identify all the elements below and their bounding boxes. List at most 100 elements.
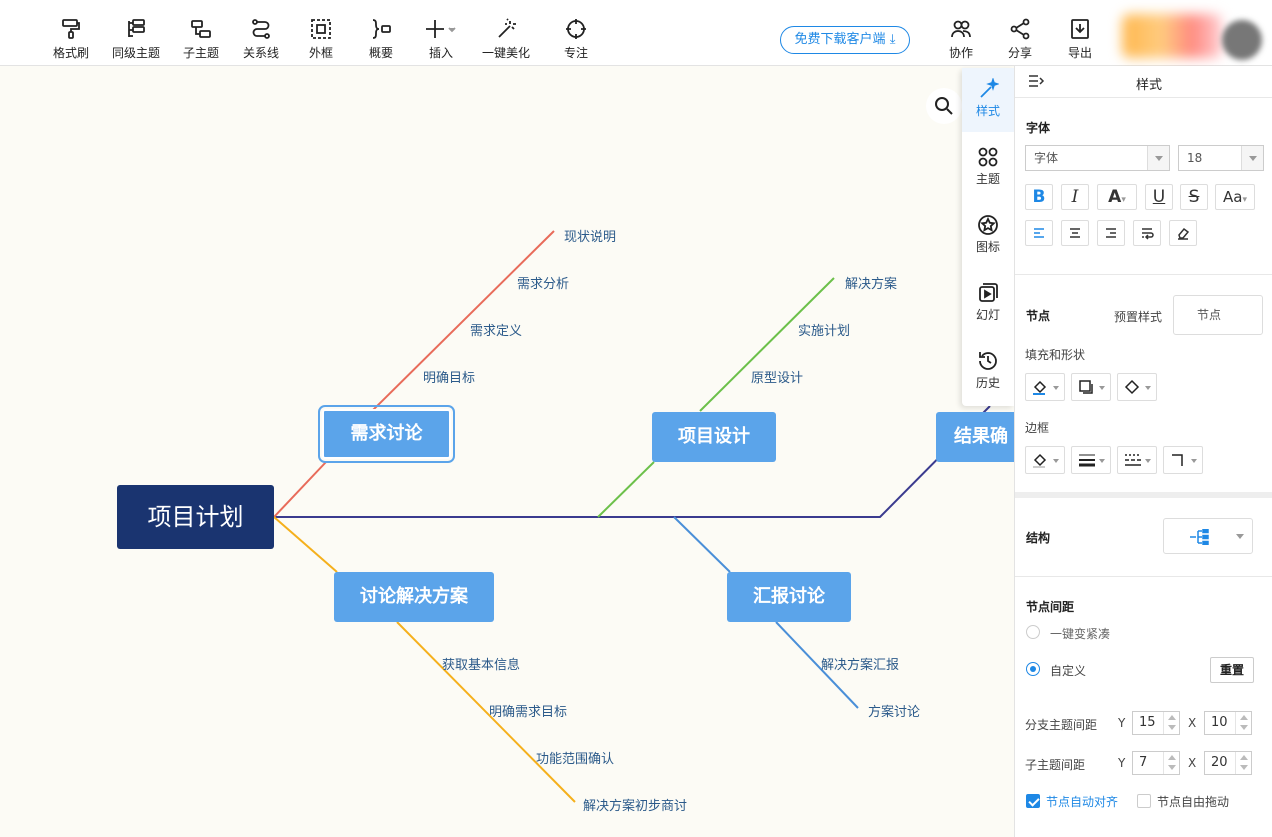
- align-left-icon: [1034, 228, 1044, 238]
- structure-tree-icon: [1190, 529, 1209, 545]
- avatar[interactable]: [1222, 20, 1262, 60]
- search-button[interactable]: [926, 88, 962, 124]
- shape-dropdown[interactable]: [1117, 373, 1157, 401]
- download-client-button[interactable]: 免费下载客户端 ⤓: [780, 26, 910, 54]
- font-family-select[interactable]: 字体: [1025, 145, 1170, 171]
- leaf-node[interactable]: 功能范围确认: [536, 748, 614, 767]
- leaf-node[interactable]: 明确目标: [423, 367, 475, 386]
- side-nav-theme-label: 主题: [975, 172, 1000, 186]
- fill-color-dropdown[interactable]: [1025, 373, 1065, 401]
- underline-button[interactable]: U: [1145, 184, 1173, 210]
- export-icon: [1050, 18, 1110, 44]
- border-width-dropdown[interactable]: [1071, 446, 1111, 474]
- leaf-node[interactable]: 现状说明: [564, 226, 616, 245]
- collaborate-button[interactable]: 协作: [931, 18, 991, 64]
- font-size-select[interactable]: 18: [1178, 145, 1264, 171]
- strikethrough-button[interactable]: S: [1180, 184, 1208, 210]
- align-right-icon: [1106, 228, 1116, 238]
- branch-node-requirements[interactable]: 需求讨论: [318, 405, 455, 463]
- branch-node-result[interactable]: 结果确: [936, 412, 1014, 462]
- border-paint-bucket-icon: [1033, 453, 1047, 468]
- sibling-topic-button[interactable]: 同级主题: [106, 18, 166, 64]
- branch-node-report[interactable]: 汇报讨论: [727, 572, 851, 622]
- leaf-node[interactable]: 解决方案汇报: [821, 654, 899, 673]
- spinner-arrows-icon[interactable]: [1163, 752, 1179, 774]
- theme-grid-icon: [962, 146, 1014, 170]
- leaf-node[interactable]: 解决方案: [845, 273, 897, 292]
- one-click-beautify-button[interactable]: 一键美化: [476, 18, 536, 64]
- wrap-text-button[interactable]: [1133, 220, 1161, 246]
- subtopic-icon: [171, 18, 231, 44]
- strikethrough-icon: S: [1188, 187, 1200, 207]
- leaf-node[interactable]: 明确需求目标: [489, 701, 567, 720]
- side-nav: 样式 主题 图标 幻灯 历史: [962, 68, 1014, 406]
- dash-style-icon: [1125, 454, 1141, 466]
- side-nav-slides[interactable]: 幻灯: [962, 272, 1014, 336]
- align-center-button[interactable]: [1061, 220, 1089, 246]
- custom-radio[interactable]: [1026, 662, 1040, 676]
- bold-button[interactable]: B: [1025, 184, 1053, 210]
- download-client-label: 免费下载客户端: [794, 32, 886, 47]
- leaf-node[interactable]: 获取基本信息: [442, 654, 520, 673]
- compact-radio[interactable]: [1026, 625, 1040, 639]
- format-brush-button[interactable]: 格式刷: [41, 18, 101, 64]
- align-center-icon: [1070, 228, 1080, 238]
- border-label: 边框: [1025, 421, 1050, 435]
- align-left-button[interactable]: [1025, 220, 1053, 246]
- preset-style-select[interactable]: 节点: [1173, 295, 1263, 335]
- leaf-node[interactable]: 原型设计: [751, 367, 803, 386]
- fill-shape-label: 填充和形状: [1025, 348, 1086, 362]
- border-corner-dropdown[interactable]: [1163, 446, 1203, 474]
- sub-y-spinner[interactable]: 7: [1132, 751, 1180, 775]
- branch-x-value: 10: [1211, 715, 1228, 730]
- border-color-dropdown[interactable]: [1025, 446, 1065, 474]
- text-case-button[interactable]: Aa▾: [1215, 184, 1255, 210]
- align-right-button[interactable]: [1097, 220, 1125, 246]
- side-nav-theme[interactable]: 主题: [962, 136, 1014, 200]
- leaf-node[interactable]: 需求定义: [470, 320, 522, 339]
- side-nav-style[interactable]: 样式: [962, 68, 1014, 132]
- summary-label: 概要: [368, 46, 393, 60]
- border-style-dropdown[interactable]: [1117, 446, 1157, 474]
- leaf-node[interactable]: 实施计划: [798, 320, 850, 339]
- star-circle-icon: [962, 214, 1014, 238]
- leaf-node[interactable]: 需求分析: [517, 273, 569, 292]
- focus-button[interactable]: 专注: [546, 18, 606, 64]
- branch-node-solution[interactable]: 讨论解决方案: [334, 572, 494, 622]
- eraser-icon: [1178, 227, 1190, 240]
- relation-line-icon: [231, 18, 291, 44]
- user-badge[interactable]: [1122, 14, 1222, 58]
- root-node[interactable]: 项目计划: [117, 485, 274, 549]
- free-drag-checkbox[interactable]: [1137, 794, 1151, 808]
- mindmap-canvas[interactable]: 项目计划 需求讨论 项目设计 结果确 讨论解决方案 汇报讨论 现状说明 需求分析…: [0, 66, 1014, 837]
- spinner-arrows-icon[interactable]: [1235, 712, 1251, 734]
- side-nav-history[interactable]: 历史: [962, 340, 1014, 404]
- spinner-arrows-icon[interactable]: [1163, 712, 1179, 734]
- share-button[interactable]: 分享: [990, 18, 1050, 64]
- font-color-button[interactable]: A▾: [1097, 184, 1137, 210]
- auto-align-checkbox[interactable]: [1026, 794, 1040, 808]
- font-family-value: 字体: [1034, 151, 1059, 165]
- insert-button[interactable]: 插入: [411, 18, 471, 64]
- leaf-node[interactable]: 解决方案初步商讨: [583, 795, 687, 814]
- leaf-node[interactable]: 方案讨论: [868, 701, 920, 720]
- reset-button[interactable]: 重置: [1210, 657, 1254, 683]
- spinner-arrows-icon[interactable]: [1235, 752, 1251, 774]
- panel-header: 样式: [1015, 66, 1272, 98]
- style-wand-icon: [962, 77, 1014, 102]
- sub-x-spinner[interactable]: 20: [1204, 751, 1252, 775]
- export-button[interactable]: 导出: [1050, 18, 1110, 64]
- branch-y-spinner[interactable]: 15: [1132, 711, 1180, 735]
- relation-line-button[interactable]: 关系线: [231, 18, 291, 64]
- subtopic-button[interactable]: 子主题: [171, 18, 231, 64]
- summary-button[interactable]: 概要: [351, 18, 411, 64]
- shadow-dropdown[interactable]: [1071, 373, 1111, 401]
- italic-button[interactable]: I: [1061, 184, 1089, 210]
- structure-select[interactable]: [1163, 518, 1253, 554]
- side-nav-icon[interactable]: 图标: [962, 204, 1014, 268]
- boundary-button[interactable]: 外框: [291, 18, 351, 64]
- boundary-label: 外框: [308, 46, 333, 60]
- branch-x-spinner[interactable]: 10: [1204, 711, 1252, 735]
- clear-format-button[interactable]: [1169, 220, 1197, 246]
- branch-node-design[interactable]: 项目设计: [652, 412, 776, 462]
